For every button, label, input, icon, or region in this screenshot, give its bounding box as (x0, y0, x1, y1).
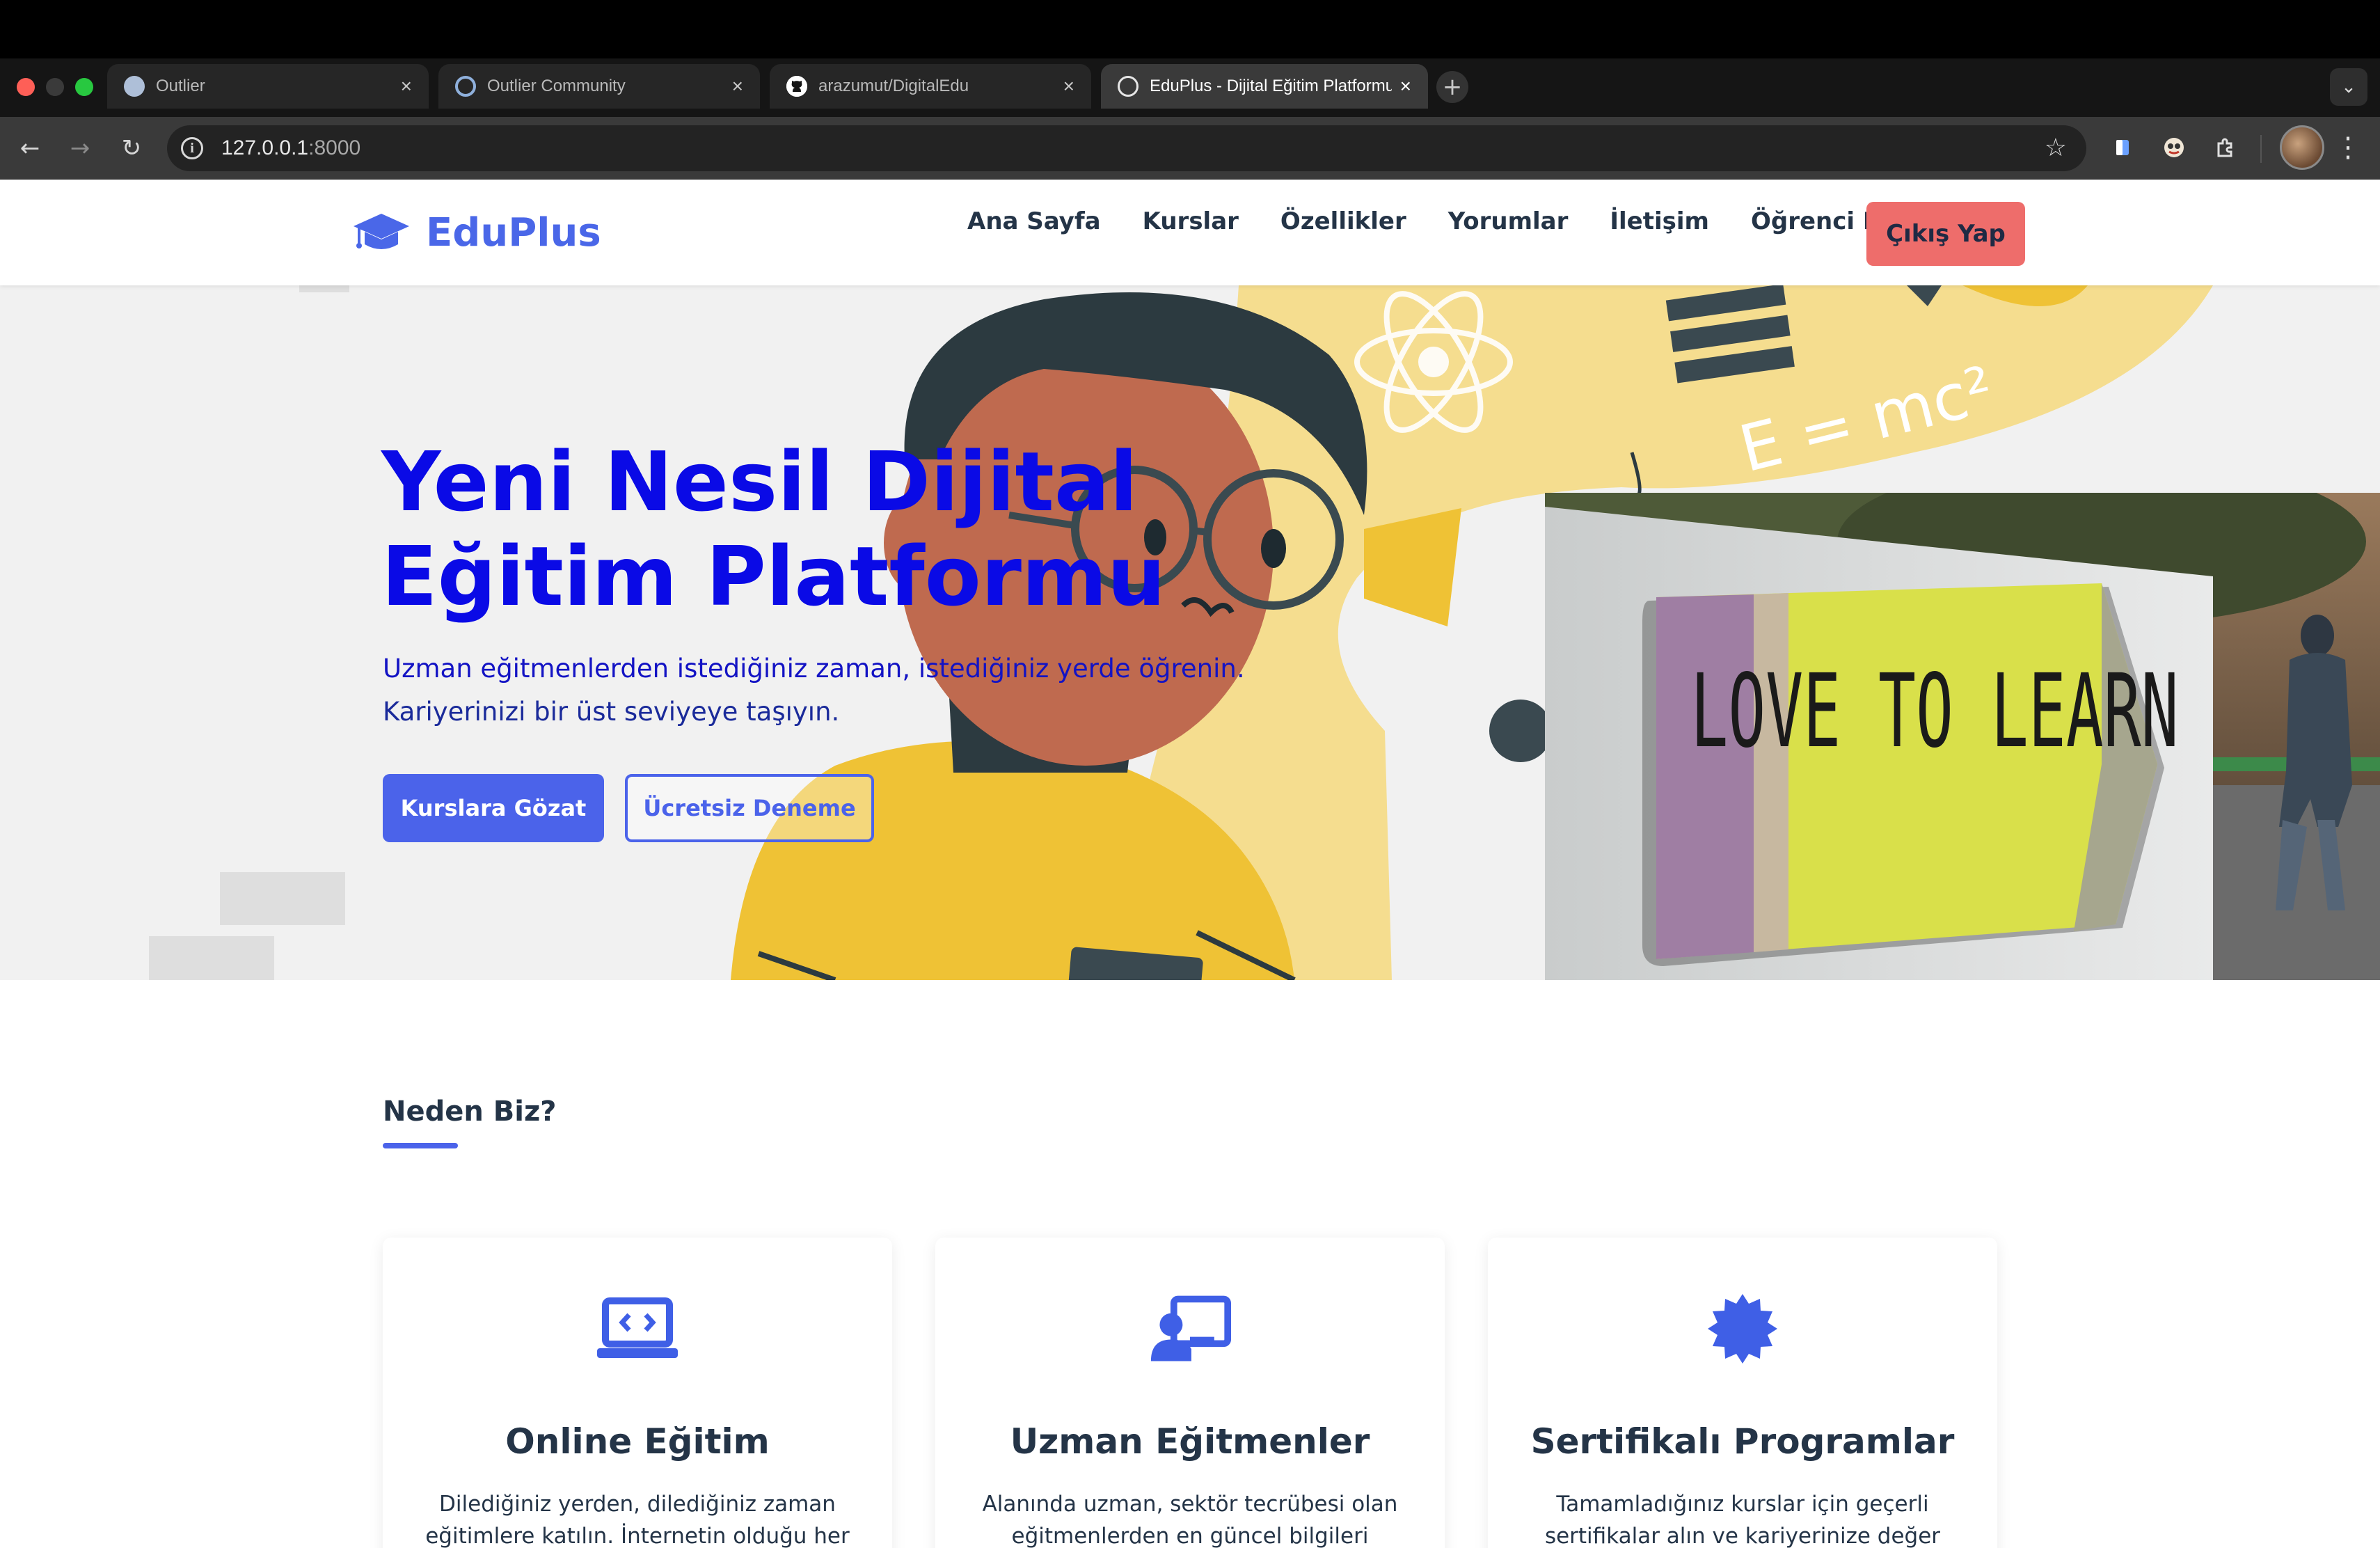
photo-sign-text: LOVE TO LEARN (1690, 652, 2178, 771)
browser-tab-eduplus[interactable]: EduPlus - Dijital Eğitim Platformu × (1101, 64, 1428, 109)
hero-section: E = mc² LOVE TO LEARN Yeni Nesil Dijital… (0, 285, 2380, 980)
close-icon[interactable]: × (1063, 75, 1074, 97)
graduation-cap-icon (354, 213, 409, 249)
nav-link-features[interactable]: Özellikler (1280, 207, 1406, 235)
brand-logo[interactable]: EduPlus (352, 210, 601, 255)
feature-text: Dilediğiniz yerden, dilediğiniz zaman eğ… (425, 1492, 850, 1548)
nav-link-contact[interactable]: İletişim (1610, 207, 1709, 235)
back-arrow-icon[interactable]: ← (14, 132, 46, 164)
bookmark-star-icon[interactable]: ☆ (2045, 134, 2067, 162)
main-nav: Ana Sayfa Kurslar Özellikler Yorumlar İl… (967, 207, 1986, 235)
toolbar-divider (2260, 135, 2262, 163)
site-header: EduPlus Ana Sayfa Kurslar Özellikler Yor… (0, 180, 2380, 285)
hero-subtitle-line-2: Kariyerinizi bir üst seviyeye taşıyın. (383, 697, 840, 727)
hero-title-line-2: Eğitim Platformu (381, 528, 1166, 624)
profile-avatar[interactable] (2280, 125, 2324, 170)
free-trial-button[interactable]: Ücretsiz Deneme (625, 774, 874, 842)
feature-title: Sertifikalı Programlar (1530, 1421, 1955, 1462)
browser-menu-icon[interactable]: ⋮ (2334, 129, 2362, 166)
tab-label: Outlier Community (487, 77, 626, 95)
globe-icon (1118, 76, 1139, 97)
hero-title: Yeni Nesil Dijital Eğitim Platformu (381, 434, 1356, 624)
laptop-code-icon (596, 1290, 679, 1367)
forward-arrow-icon[interactable]: → (64, 132, 96, 164)
teacher-board-icon (1148, 1290, 1232, 1367)
extension-icon[interactable] (2109, 134, 2136, 161)
feature-card-online: Online Eğitim Dilediğiniz yerden, diledi… (383, 1238, 892, 1548)
browse-courses-button[interactable]: Kurslara Gözat (383, 774, 604, 842)
maximize-window-button[interactable] (75, 78, 93, 96)
close-icon[interactable]: × (401, 75, 412, 97)
outlier-icon (124, 76, 145, 97)
close-icon[interactable]: × (1400, 75, 1411, 97)
browser-tab-github[interactable]: arazumut/DigitalEdu × (770, 64, 1091, 109)
tab-label: EduPlus - Dijital Eğitim Platformu (1150, 77, 1392, 95)
outlier-community-icon (455, 76, 476, 97)
tab-label: arazumut/DigitalEdu (818, 77, 969, 95)
github-icon (786, 76, 807, 97)
nav-link-courses[interactable]: Kurslar (1143, 207, 1239, 235)
nav-link-home[interactable]: Ana Sayfa (967, 207, 1101, 235)
reload-icon[interactable]: ↻ (116, 132, 148, 164)
hero-subtitle-line-1: Uzman eğitmenlerden istediğiniz zaman, i… (383, 654, 1245, 684)
web-page: EduPlus Ana Sayfa Kurslar Özellikler Yor… (0, 180, 2380, 1548)
feature-card-experts: Uzman Eğitmenler Alanında uzman, sektör … (935, 1238, 1445, 1548)
extensions-puzzle-icon[interactable] (2212, 134, 2239, 161)
why-us-title: Neden Biz? (383, 1096, 557, 1128)
logout-button[interactable]: Çıkış Yap (1866, 202, 2025, 266)
browser-tab-outlier-community[interactable]: Outlier Community × (438, 64, 760, 109)
feature-title: Online Eğitim (505, 1421, 770, 1462)
brand-name: EduPlus (426, 210, 601, 255)
tab-label: Outlier (156, 77, 205, 95)
certificate-badge-icon (1701, 1290, 1784, 1367)
browser-tab-outlier[interactable]: Outlier × (107, 64, 429, 109)
love-to-learn-photo: LOVE TO LEARN (1545, 493, 2380, 980)
hero-subtitle: Uzman eğitmenlerden istediğiniz zaman, i… (383, 647, 1287, 734)
address-bar[interactable]: i 127.0.0.1:8000 ☆ (167, 125, 2086, 171)
feature-text: Alanında uzman, sektör tecrübesi olan eğ… (982, 1492, 1398, 1548)
close-window-button[interactable] (17, 78, 35, 96)
minimize-window-button[interactable] (46, 78, 64, 96)
feature-card-certificates: Sertifikalı Programlar Tamamladığınız ku… (1488, 1238, 1997, 1548)
url-text[interactable]: 127.0.0.1:8000 (221, 136, 360, 160)
section-underline (383, 1143, 458, 1148)
new-tab-button[interactable]: + (1436, 71, 1468, 103)
site-info-icon[interactable]: i (181, 137, 203, 159)
feature-title: Uzman Eğitmenler (1010, 1421, 1370, 1462)
tab-search-button[interactable]: ⌄ (2330, 68, 2367, 106)
feature-text: Tamamladığınız kurslar için geçerli sert… (1544, 1492, 1941, 1548)
hero-title-line-1: Yeni Nesil Dijital (381, 434, 1138, 530)
close-icon[interactable]: × (732, 75, 743, 97)
extension-icon[interactable] (2160, 134, 2188, 161)
screen-top-bar (0, 0, 2380, 58)
nav-link-reviews[interactable]: Yorumlar (1448, 207, 1569, 235)
